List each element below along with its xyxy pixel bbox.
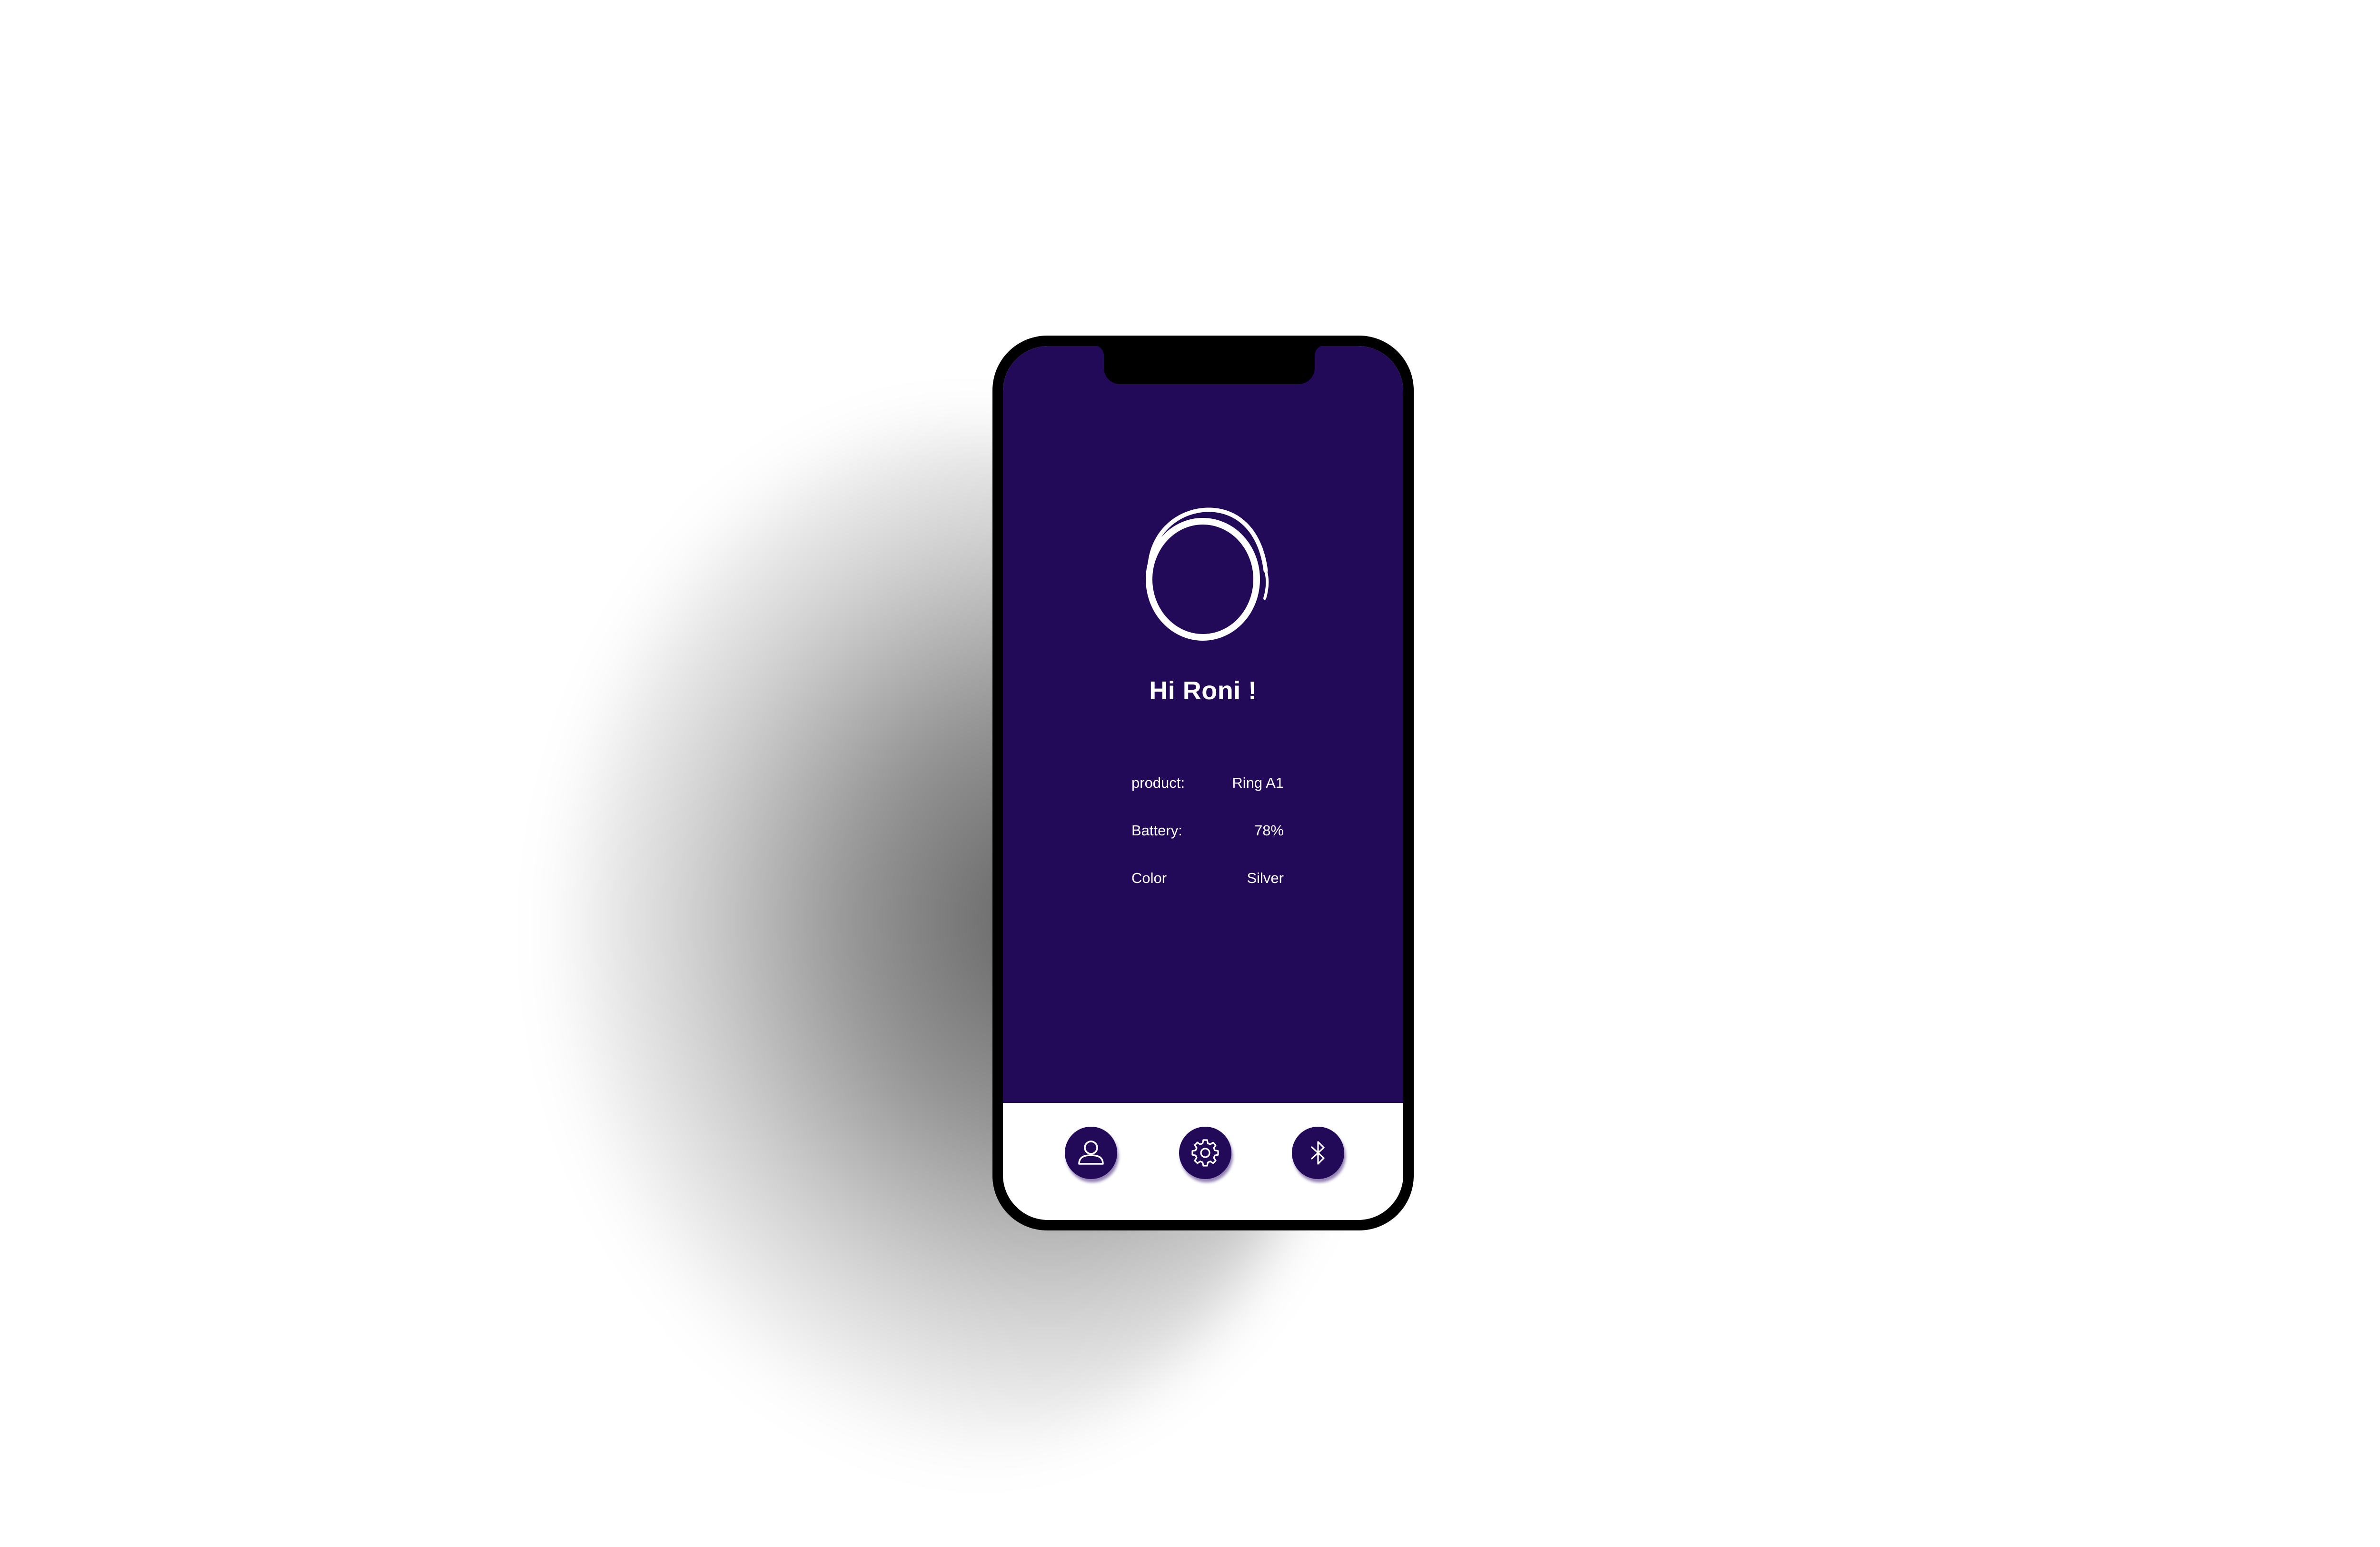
product-value: Ring A1: [1232, 774, 1284, 791]
info-row-color: Color Silver: [1131, 870, 1284, 917]
ring-logo-icon: [1146, 507, 1269, 641]
battery-label: Battery:: [1131, 822, 1182, 839]
bluetooth-button[interactable]: [1292, 1127, 1344, 1179]
phone-screen: Hi Roni ! product: Ring A1 Battery: 78% …: [1003, 346, 1403, 1220]
battery-value: 78%: [1254, 822, 1284, 839]
bluetooth-icon: [1311, 1141, 1325, 1165]
stage: Hi Roni ! product: Ring A1 Battery: 78% …: [0, 0, 2380, 1547]
product-label: product:: [1131, 774, 1185, 791]
color-value: Silver: [1247, 870, 1284, 886]
info-row-battery: Battery: 78%: [1131, 822, 1284, 870]
bottom-nav: [1003, 1103, 1403, 1220]
settings-button[interactable]: [1179, 1127, 1231, 1179]
info-row-product: product: Ring A1: [1131, 774, 1284, 822]
user-icon: [1078, 1140, 1104, 1165]
phone-notch: [1104, 346, 1315, 384]
greeting-title: Hi Roni !: [1149, 676, 1257, 705]
profile-button[interactable]: [1065, 1127, 1117, 1179]
gear-icon: [1191, 1139, 1219, 1167]
color-label: Color: [1131, 870, 1167, 886]
phone-frame: Hi Roni ! product: Ring A1 Battery: 78% …: [992, 336, 1414, 1230]
device-panel: Hi Roni ! product: Ring A1 Battery: 78% …: [1003, 346, 1403, 1103]
device-info-table: product: Ring A1 Battery: 78% Color Silv…: [1131, 774, 1284, 917]
